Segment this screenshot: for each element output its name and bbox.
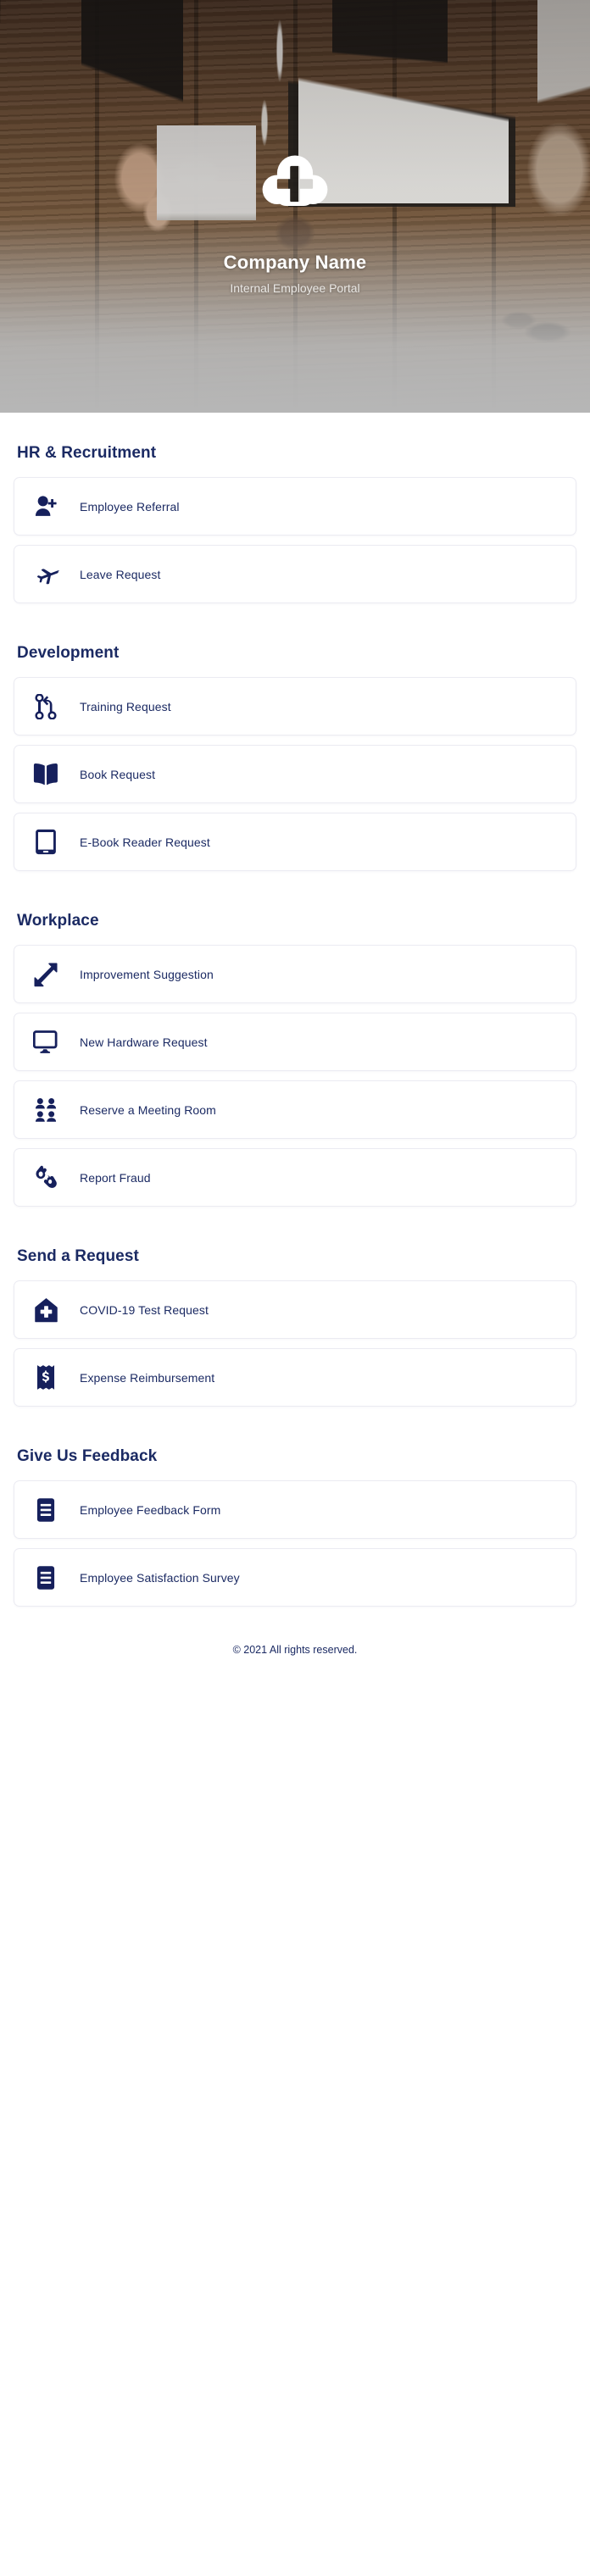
section-title: Send a Request [17,1247,139,1265]
footer-copyright: © 2021 All rights reserved. [0,1616,590,1678]
card-label: Book Request [80,767,156,781]
section-workplace: Workplace Improvement Suggestion New Har… [14,880,576,1207]
section-title: Development [17,644,120,662]
section-hr-recruitment: HR & Recruitment Employee Referral Leave… [14,413,576,603]
page-subtitle: Internal Employee Portal [230,281,360,295]
code-branch-icon [29,692,63,721]
cloud-plus-icon [262,155,328,206]
house-medical-icon [29,1296,63,1324]
card-label: Expense Reimbursement [80,1370,215,1385]
form-lines-icon [29,1496,63,1524]
card-improvement-suggestion[interactable]: Improvement Suggestion [14,945,576,1003]
receipt-dollar-icon [29,1363,63,1392]
expand-arrows-icon [29,960,63,989]
sections-container: HR & Recruitment Employee Referral Leave… [0,413,590,1607]
section-development: Development Training Request Book Reques… [14,613,576,871]
card-employee-referral[interactable]: Employee Referral [14,477,576,536]
card-label: New Hardware Request [80,1035,208,1049]
section-give-us-feedback: Give Us Feedback Employee Feedback Form [14,1416,576,1607]
section-title: Workplace [17,912,99,930]
section-send-a-request: Send a Request COVID-19 Test Request Exp… [14,1216,576,1407]
card-reserve-meeting-room[interactable]: Reserve a Meeting Room [14,1080,576,1139]
hero-banner: Company Name Internal Employee Portal [0,0,590,413]
sign-language-hands-icon [29,1163,63,1192]
card-expense-reimbursement[interactable]: Expense Reimbursement [14,1348,576,1407]
card-employee-satisfaction-survey[interactable]: Employee Satisfaction Survey [14,1548,576,1607]
card-label: Report Fraud [80,1170,151,1185]
user-plus-icon [29,492,63,521]
card-new-hardware-request[interactable]: New Hardware Request [14,1013,576,1071]
card-label: Reserve a Meeting Room [80,1102,216,1117]
card-leave-request[interactable]: Leave Request [14,545,576,603]
airplane-icon [29,560,63,589]
card-label: COVID-19 Test Request [80,1302,209,1317]
card-covid-test-request[interactable]: COVID-19 Test Request [14,1280,576,1339]
card-label: Training Request [80,699,171,713]
card-training-request[interactable]: Training Request [14,677,576,736]
page-title: Company Name [223,252,367,273]
form-lines-icon [29,1563,63,1592]
desktop-monitor-icon [29,1028,63,1057]
card-label: Employee Feedback Form [80,1502,221,1517]
card-book-request[interactable]: Book Request [14,745,576,803]
card-report-fraud[interactable]: Report Fraud [14,1148,576,1207]
card-label: Employee Satisfaction Survey [80,1570,240,1585]
open-book-icon [29,760,63,789]
card-employee-feedback-form[interactable]: Employee Feedback Form [14,1480,576,1539]
tablet-icon [29,828,63,857]
users-group-icon [29,1096,63,1124]
card-label: Leave Request [80,567,161,581]
section-title: HR & Recruitment [17,444,157,462]
hero-content: Company Name Internal Employee Portal [0,148,590,295]
section-title: Give Us Feedback [17,1447,158,1465]
card-label: Employee Referral [80,499,180,514]
card-label: E-Book Reader Request [80,835,210,849]
card-label: Improvement Suggestion [80,967,214,981]
card-ebook-reader-request[interactable]: E-Book Reader Request [14,813,576,871]
